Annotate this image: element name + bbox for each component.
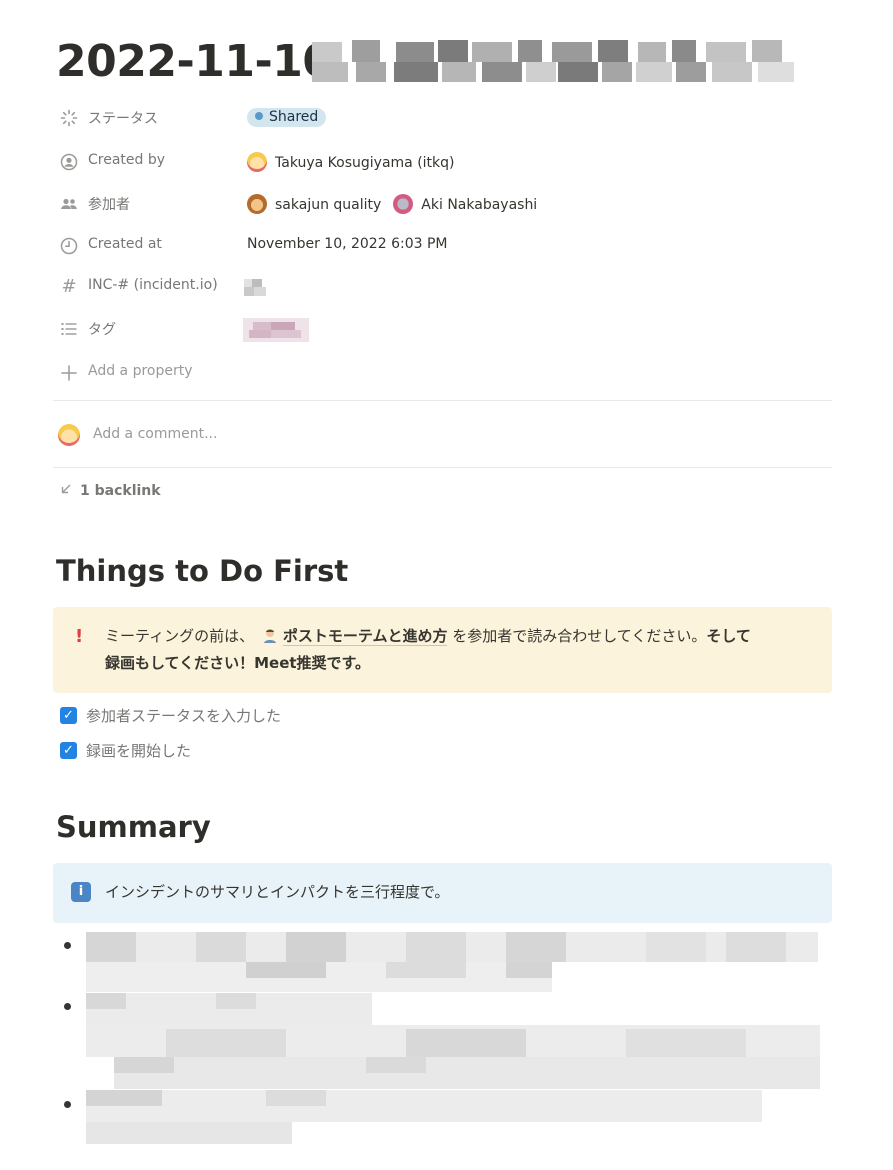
property-name-created-at: Created at	[88, 236, 162, 252]
redacted-tag-pixels	[243, 318, 309, 342]
avatar	[393, 194, 414, 214]
heading-things-to-do-first: Things to Do First	[56, 554, 349, 588]
hash-icon: #	[61, 276, 77, 297]
status-dot	[255, 112, 263, 120]
page-title[interactable]: 2022-11-10	[56, 34, 333, 90]
property-name-inc: INC-# (incident.io)	[88, 277, 218, 293]
add-property-label: Add a property	[88, 363, 193, 379]
redacted-bullet-text	[86, 993, 820, 1089]
backlinks-button[interactable]: 1 backlink	[60, 483, 161, 499]
redacted-title-pixels	[312, 40, 794, 82]
add-property-button[interactable]: Add a property	[56, 358, 836, 388]
participant-name: sakajun quality	[275, 197, 382, 213]
status-badge-label: Shared	[269, 109, 319, 125]
person-circle-icon	[60, 153, 78, 171]
created-by-name: Takuya Kosugiyama (itkq)	[275, 155, 455, 171]
participant-name: Aki Nakabayashi	[421, 197, 538, 213]
todo-label: 録画を開始した	[86, 742, 192, 760]
redacted-title	[312, 40, 806, 86]
callout-text-middle: を参加者で読み合わせしてください。	[452, 627, 707, 645]
info-callout-text: インシデントのサマリとインパクトを三行程度で。	[105, 883, 450, 901]
people-icon	[60, 195, 78, 213]
comment-input[interactable]: Add a comment...	[93, 426, 217, 442]
checkbox-checked[interactable]: ✓	[60, 742, 77, 759]
todo-label: 参加者ステータスを入力した	[86, 707, 282, 725]
property-name-tags: タグ	[88, 322, 116, 338]
property-value-status[interactable]: Shared	[247, 108, 327, 127]
exclamation-icon: !	[75, 626, 84, 647]
bullet-marker	[64, 1101, 71, 1108]
property-participants[interactable]: 参加者 sakajun quality Aki Nakabayashi	[56, 189, 836, 219]
property-name-status: ステータス	[88, 111, 158, 127]
backlinks-label: 1 backlink	[80, 483, 161, 499]
plus-icon	[60, 364, 78, 382]
bullet-marker	[64, 1003, 71, 1010]
property-status[interactable]: ステータス Shared	[56, 103, 836, 133]
redacted-bullet-text	[86, 932, 818, 992]
bullet-marker	[64, 942, 71, 949]
warning-callout[interactable]: ! ミーティングの前は、 ポストモーテムと進め方 を参加者で読み合わせしてくださ…	[53, 607, 832, 693]
property-name-participants: 参加者	[88, 197, 130, 213]
redacted-bullet-text	[86, 1090, 762, 1144]
property-value-inc-redacted[interactable]	[244, 279, 270, 301]
clock-icon	[60, 237, 78, 255]
arrow-down-left-icon	[60, 483, 74, 499]
list-icon	[60, 320, 78, 338]
page-mention-icon	[261, 626, 279, 644]
warning-callout-text: ミーティングの前は、 ポストモーテムと進め方 を参加者で読み合わせしてください。…	[105, 623, 820, 677]
info-callout[interactable]: i インシデントのサマリとインパクトを三行程度で。	[53, 863, 832, 923]
property-inc-number[interactable]: # INC-# (incident.io)	[56, 272, 836, 302]
postmortem-page-link[interactable]: ポストモーテムと進め方	[282, 627, 448, 646]
property-tags[interactable]: タグ	[56, 314, 836, 344]
property-created-at[interactable]: Created at November 10, 2022 6:03 PM	[56, 231, 836, 261]
divider	[53, 400, 832, 401]
property-value-created-by[interactable]: Takuya Kosugiyama (itkq)	[247, 152, 455, 172]
redacted-inc-pixels	[244, 279, 266, 296]
heading-summary: Summary	[56, 810, 211, 844]
property-value-created-at: November 10, 2022 6:03 PM	[247, 236, 448, 252]
callout-text-bold: そして	[706, 627, 751, 645]
property-name-created-by: Created by	[88, 152, 166, 168]
status-icon	[60, 109, 78, 127]
comment-avatar	[58, 424, 80, 446]
property-value-participants[interactable]: sakajun quality Aki Nakabayashi	[247, 194, 537, 214]
property-value-tags-redacted[interactable]	[243, 318, 309, 346]
avatar	[58, 424, 88, 446]
property-created-by[interactable]: Created by Takuya Kosugiyama (itkq)	[56, 147, 836, 177]
avatar	[247, 194, 267, 214]
callout-text-before: ミーティングの前は、	[105, 627, 255, 645]
info-icon: i	[71, 882, 91, 902]
status-badge[interactable]: Shared	[247, 108, 327, 127]
divider	[53, 467, 832, 468]
checkbox-checked[interactable]: ✓	[60, 707, 77, 724]
avatar	[247, 152, 267, 172]
callout-text-bold: 録画もしてください！Meet推奨です。	[105, 654, 371, 672]
